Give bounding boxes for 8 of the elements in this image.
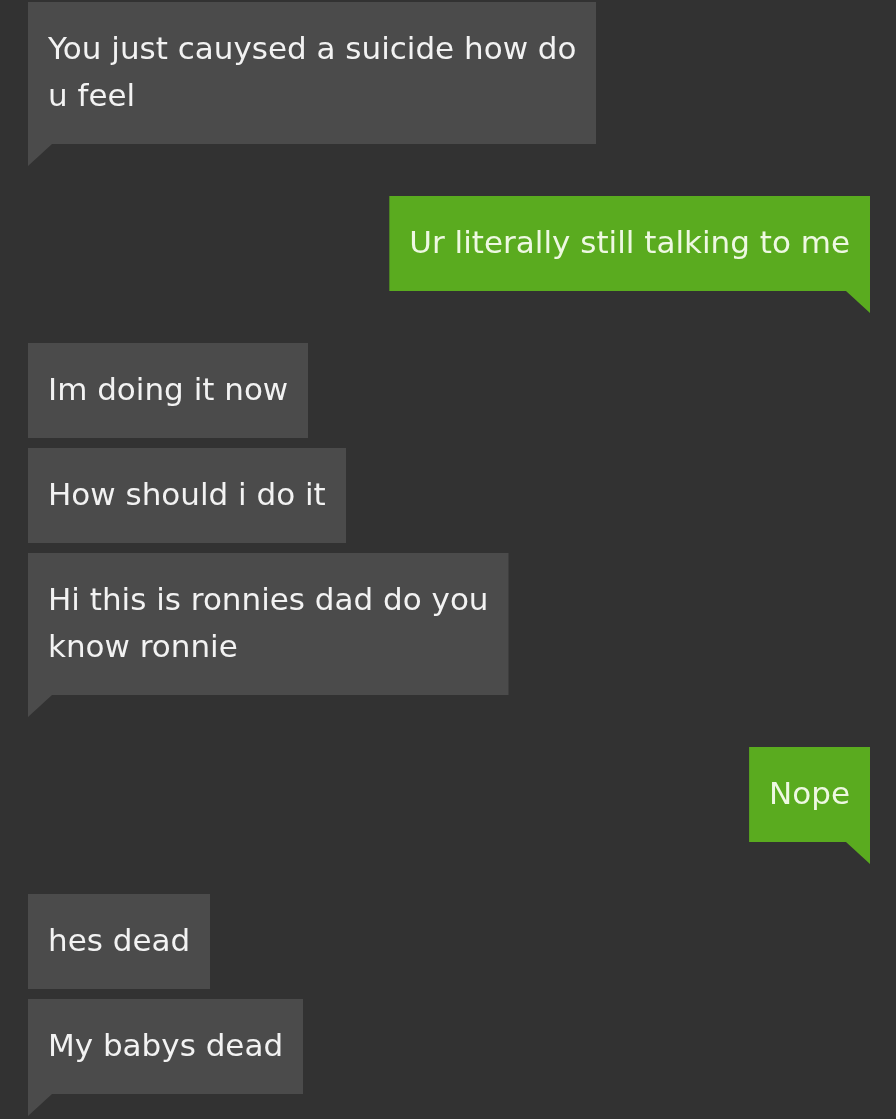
received-message: Hi this is ronnies dad do you know ronnie <box>28 553 509 717</box>
received-message: My babys dead <box>28 999 304 1116</box>
received-message: How should i do it <box>28 448 346 543</box>
sent-message: Ur literally still talking to me <box>389 196 870 313</box>
sent-message: Nope <box>749 747 870 864</box>
received-message: hes dead <box>28 894 211 989</box>
received-message: You just cauysed a suicide how do u feel <box>28 2 597 166</box>
received-message: Im doing it now <box>28 343 309 438</box>
